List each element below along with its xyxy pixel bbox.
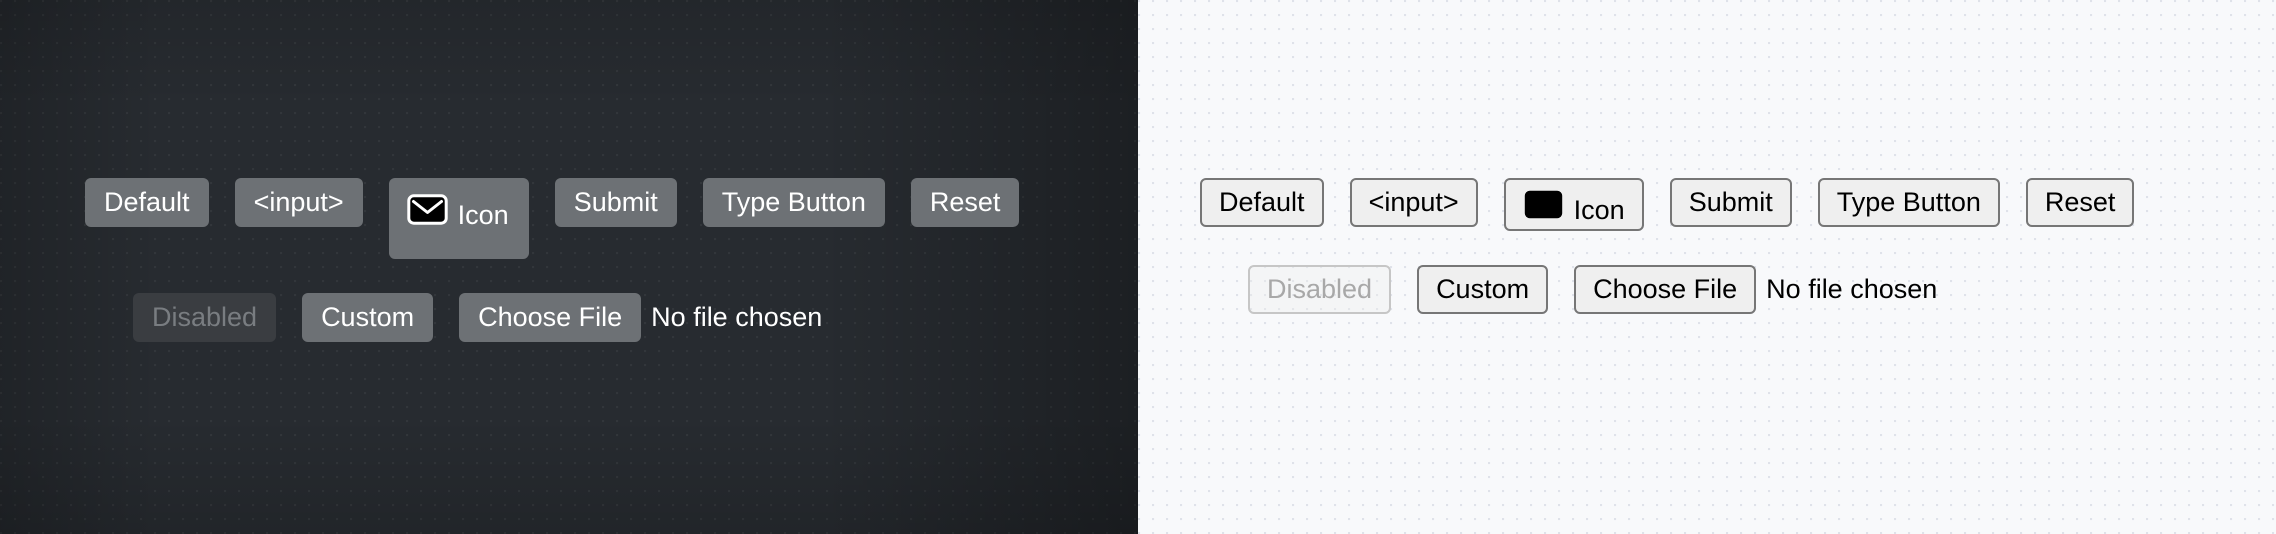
- disabled-button: Disabled: [1248, 265, 1392, 314]
- type-button[interactable]: Type Button: [1817, 178, 2000, 227]
- submit-button[interactable]: Submit: [554, 178, 677, 227]
- custom-button[interactable]: Custom: [302, 293, 434, 342]
- dark-theme-panel: Default <input> Icon Submit Type Button …: [0, 0, 1138, 534]
- choose-file-button[interactable]: Choose File: [1574, 265, 1757, 314]
- icon-button-label: Icon: [457, 200, 509, 230]
- dark-panel-content: Default <input> Icon Submit Type Button …: [0, 0, 1138, 342]
- icon-button-label: Icon: [1573, 195, 1625, 225]
- envelope-icon: [406, 194, 448, 225]
- custom-button[interactable]: Custom: [1417, 265, 1549, 314]
- theme-comparison-stage: Default <input> Icon Submit Type Button …: [0, 0, 2276, 534]
- light-theme-panel: Default <input> Icon Submit Type Button …: [1138, 0, 2276, 534]
- reset-button[interactable]: Reset: [2025, 178, 2135, 227]
- default-button[interactable]: Default: [85, 178, 209, 227]
- type-button[interactable]: Type Button: [702, 178, 885, 227]
- light-panel-content: Default <input> Icon Submit Type Button …: [1138, 0, 2276, 314]
- choose-file-button[interactable]: Choose File: [459, 293, 642, 342]
- file-status-text: No file chosen: [651, 302, 823, 332]
- input-element-button[interactable]: <input>: [1349, 178, 1478, 227]
- submit-button[interactable]: Submit: [1669, 178, 1792, 227]
- file-status-text: No file chosen: [1766, 274, 1938, 304]
- light-button-row-secondary: Disabled Custom Choose File No file chos…: [1200, 265, 2276, 314]
- envelope-icon: [1523, 189, 1564, 220]
- reset-button[interactable]: Reset: [910, 178, 1020, 227]
- file-upload-field[interactable]: Choose File No file chosen: [459, 293, 822, 342]
- light-button-row-primary: Default <input> Icon Submit Type Button …: [1200, 178, 2276, 231]
- input-element-button[interactable]: <input>: [234, 178, 363, 227]
- dark-button-row-primary: Default <input> Icon Submit Type Button …: [85, 178, 1138, 259]
- disabled-button: Disabled: [133, 293, 277, 342]
- icon-button[interactable]: Icon: [1503, 178, 1644, 231]
- default-button[interactable]: Default: [1200, 178, 1324, 227]
- file-upload-field[interactable]: Choose File No file chosen: [1574, 265, 1937, 314]
- icon-button[interactable]: Icon: [388, 178, 529, 259]
- dark-button-row-secondary: Disabled Custom Choose File No file chos…: [85, 293, 1138, 342]
